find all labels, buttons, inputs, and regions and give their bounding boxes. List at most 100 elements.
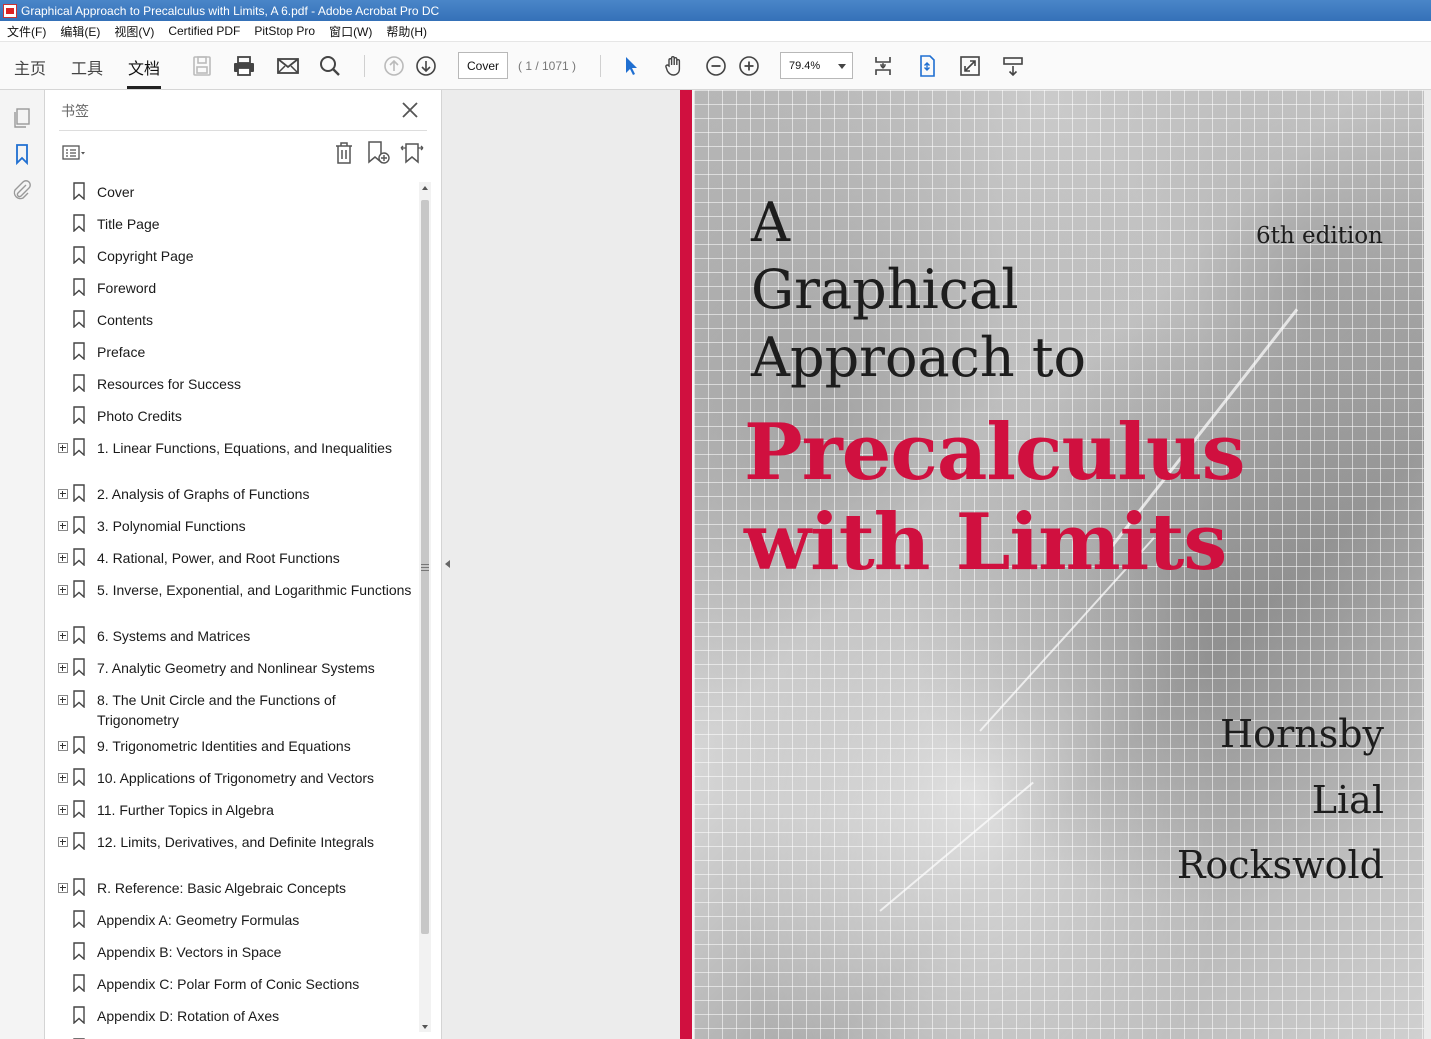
expand-plus-icon[interactable] — [58, 773, 68, 783]
bookmark-item[interactable]: Appendix B: Vectors in Space — [57, 942, 417, 974]
email-icon[interactable] — [276, 54, 300, 78]
hand-tool-icon[interactable] — [662, 54, 686, 78]
bookmark-item[interactable]: Foreword — [57, 278, 417, 310]
expand-plus-icon[interactable] — [58, 663, 68, 673]
attachments-icon[interactable] — [10, 178, 34, 202]
expand-bookmark-icon[interactable] — [399, 140, 425, 166]
bookmark-label: 11. Further Topics in Algebra — [97, 802, 274, 818]
expand-plus-icon[interactable] — [58, 805, 68, 815]
bookmark-icon — [73, 1006, 85, 1024]
tab-home[interactable]: 主页 — [14, 55, 46, 79]
close-icon[interactable] — [400, 100, 420, 120]
expand-plus-icon[interactable] — [58, 553, 68, 563]
bookmark-label: 7. Analytic Geometry and Nonlinear Syste… — [97, 660, 375, 676]
expand-plus-icon[interactable] — [58, 741, 68, 751]
expand-plus-icon[interactable] — [58, 443, 68, 453]
bookmark-item[interactable]: R. Reference: Basic Algebraic Concepts — [57, 878, 417, 910]
bookmark-item[interactable]: 7. Analytic Geometry and Nonlinear Syste… — [57, 658, 417, 690]
tab-tools[interactable]: 工具 — [71, 55, 103, 79]
bookmark-item[interactable]: 2. Analysis of Graphs of Functions — [57, 484, 417, 516]
scrolling-mode-icon[interactable] — [871, 54, 895, 78]
zoom-level-select[interactable]: 79.4% — [780, 52, 853, 79]
cover-author: Rockswold — [1176, 843, 1384, 887]
window-title: Graphical Approach to Precalculus with L… — [21, 3, 440, 18]
menu-certified-pdf[interactable]: Certified PDF — [161, 24, 247, 38]
bookmark-list: Cover Title Page Copyright Page Foreword Con… — [57, 182, 417, 1039]
bookmark-item[interactable]: 1. Linear Functions, Equations, and Ineq… — [57, 438, 417, 484]
page-number-field[interactable]: Cover — [458, 52, 508, 79]
menu-view[interactable]: 视图(V) — [107, 23, 161, 40]
next-page-icon[interactable] — [414, 54, 438, 78]
zoom-out-icon[interactable] — [704, 54, 728, 78]
bookmark-item[interactable]: Appendix C: Polar Form of Conic Sections — [57, 974, 417, 1006]
bookmark-item[interactable]: Photo Credits — [57, 406, 417, 438]
read-mode-icon[interactable] — [1001, 54, 1025, 78]
expand-plus-icon[interactable] — [58, 489, 68, 499]
bookmark-item[interactable]: Appendix A: Geometry Formulas — [57, 910, 417, 942]
expand-plus-icon[interactable] — [58, 521, 68, 531]
new-bookmark-icon[interactable] — [365, 140, 391, 166]
search-icon[interactable] — [318, 54, 342, 78]
bookmark-item[interactable]: Cover — [57, 182, 417, 214]
menu-file[interactable]: 文件(F) — [0, 23, 53, 40]
expand-plus-icon[interactable] — [58, 695, 68, 705]
bookmark-options-icon[interactable] — [61, 140, 87, 166]
bookmark-icon — [73, 438, 85, 456]
save-icon[interactable] — [190, 54, 214, 78]
bookmark-item[interactable]: 10. Applications of Trigonometry and Vec… — [57, 768, 417, 800]
print-icon[interactable] — [232, 54, 256, 78]
bookmark-icon — [73, 800, 85, 818]
bookmark-item[interactable]: 12. Limits, Derivatives, and Definite In… — [57, 832, 417, 878]
menu-help[interactable]: 帮助(H) — [379, 23, 434, 40]
bookmark-item[interactable]: Contents — [57, 310, 417, 342]
bookmark-icon — [73, 516, 85, 534]
fit-page-icon[interactable] — [915, 54, 939, 78]
bookmark-item[interactable]: Appendix D: Rotation of Axes — [57, 1006, 417, 1038]
bookmark-item[interactable]: 9. Trigonometric Identities and Equation… — [57, 736, 417, 768]
bookmark-item[interactable]: Copyright Page — [57, 246, 417, 278]
bookmark-item[interactable]: 6. Systems and Matrices — [57, 626, 417, 658]
bookmarks-panel: 书签 Cover Title Page Copyright Page Foreword… — [45, 90, 442, 1039]
tab-document[interactable]: 文档 — [128, 55, 160, 79]
expand-plus-icon[interactable] — [58, 631, 68, 641]
bookmark-item[interactable]: 11. Further Topics in Algebra — [57, 800, 417, 832]
select-pointer-icon[interactable] — [619, 54, 643, 78]
window-titlebar: Graphical Approach to Precalculus with L… — [0, 0, 1431, 21]
collapse-panel-icon[interactable] — [445, 560, 450, 568]
zoom-in-icon[interactable] — [737, 54, 761, 78]
menu-window[interactable]: 窗口(W) — [322, 23, 379, 40]
expand-plus-icon[interactable] — [58, 585, 68, 595]
expand-plus-icon[interactable] — [58, 837, 68, 847]
bookmark-item[interactable]: Resources for Success — [57, 374, 417, 406]
bookmark-icon — [73, 182, 85, 200]
menu-edit[interactable]: 编辑(E) — [53, 23, 107, 40]
bookmark-label: 12. Limits, Derivatives, and Definite In… — [97, 834, 375, 850]
expand-plus-icon[interactable] — [58, 883, 68, 893]
bookmark-icon — [73, 736, 85, 754]
scroll-down-arrow-icon[interactable] — [422, 1025, 428, 1029]
menu-pitstop-pro[interactable]: PitStop Pro — [247, 24, 322, 38]
previous-page-icon[interactable] — [382, 54, 406, 78]
bookmark-icon — [73, 910, 85, 928]
page-thumbnails-icon[interactable] — [10, 106, 34, 130]
delete-bookmark-icon[interactable] — [331, 140, 357, 166]
bookmark-item[interactable]: 5. Inverse, Exponential, and Logarithmic… — [57, 580, 417, 626]
bookmark-icon — [73, 626, 85, 644]
bookmark-item[interactable]: Preface — [57, 342, 417, 374]
bookmarks-panel-icon[interactable] — [10, 142, 34, 166]
full-screen-icon[interactable] — [958, 54, 982, 78]
chevron-down-icon — [838, 64, 846, 69]
navigation-rail — [0, 90, 45, 1039]
bookmark-item[interactable]: 3. Polynomial Functions — [57, 516, 417, 548]
bookmark-label: 4. Rational, Power, and Root Functions — [97, 550, 340, 566]
bookmark-item[interactable]: 8. The Unit Circle and the Functions of … — [57, 690, 417, 736]
scroll-up-arrow-icon[interactable] — [422, 186, 428, 190]
cover-title-line3: Approach to — [751, 326, 1087, 389]
cover-author: Lial — [1311, 778, 1384, 822]
cover-author: Hornsby — [1220, 712, 1384, 756]
bookmark-item[interactable]: 4. Rational, Power, and Root Functions — [57, 548, 417, 580]
bookmark-item[interactable]: Title Page — [57, 214, 417, 246]
